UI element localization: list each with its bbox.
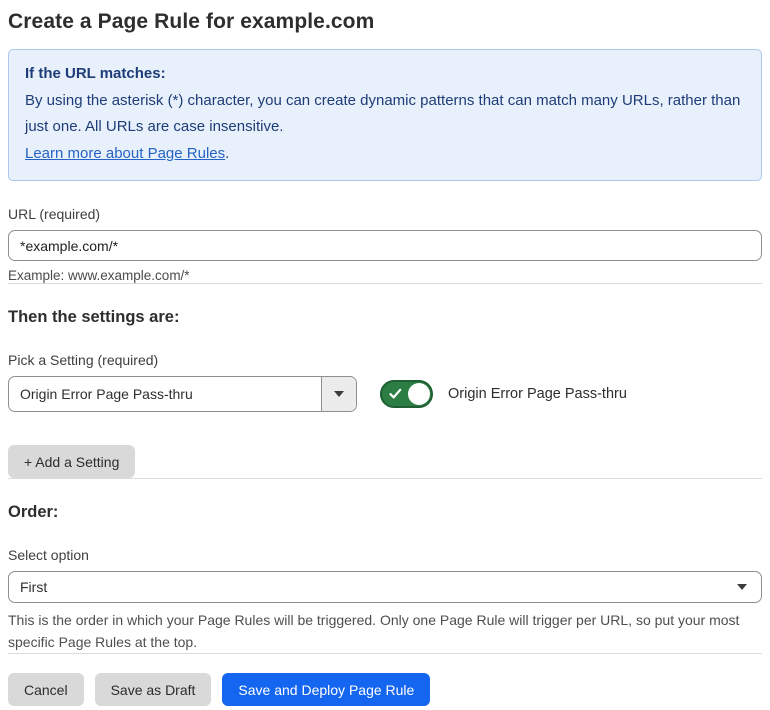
- footer-actions: Cancel Save as Draft Save and Deploy Pag…: [8, 673, 762, 706]
- url-field-label: URL (required): [8, 206, 101, 222]
- setting-dropdown-arrow-button[interactable]: [321, 377, 356, 411]
- pick-setting-label: Pick a Setting (required): [8, 352, 159, 368]
- cancel-button[interactable]: Cancel: [8, 673, 84, 706]
- order-select-value: First: [20, 579, 48, 595]
- info-box-heading: If the URL matches:: [25, 65, 166, 82]
- settings-section-heading: Then the settings are:: [8, 308, 180, 326]
- info-box-body: By using the asterisk (*) character, you…: [25, 92, 741, 135]
- save-as-draft-button[interactable]: Save as Draft: [94, 673, 212, 706]
- setting-toggle[interactable]: [380, 380, 433, 408]
- divider: [8, 283, 762, 284]
- url-input[interactable]: [8, 230, 762, 261]
- check-icon: [389, 388, 402, 399]
- setting-toggle-label: Origin Error Page Pass-thru: [448, 386, 627, 402]
- toggle-knob: [408, 383, 430, 405]
- setting-dropdown-value: Origin Error Page Pass-thru: [20, 386, 193, 402]
- link-suffix: .: [225, 145, 230, 162]
- divider: [8, 653, 762, 654]
- info-link-line: Learn more about Page Rules.: [25, 141, 745, 167]
- save-and-deploy-button[interactable]: Save and Deploy Page Rule: [222, 673, 431, 706]
- divider: [8, 478, 762, 479]
- create-page-rule-form: Create a Page Rule for example.com If th…: [0, 0, 770, 706]
- chevron-down-icon: [334, 391, 344, 397]
- setting-dropdown[interactable]: Origin Error Page Pass-thru: [8, 376, 357, 412]
- chevron-down-icon: [737, 584, 747, 590]
- order-select-label: Select option: [8, 547, 89, 563]
- learn-more-link[interactable]: Learn more about Page Rules: [25, 145, 225, 162]
- url-match-info-box: If the URL matches: By using the asteris…: [8, 49, 762, 181]
- add-setting-button[interactable]: + Add a Setting: [8, 445, 136, 478]
- setting-row: Origin Error Page Pass-thru Origin Error…: [8, 376, 762, 412]
- order-section-heading: Order:: [8, 503, 59, 521]
- url-example-helper: Example: www.example.com/*: [8, 268, 190, 283]
- order-help-text: This is the order in which your Page Rul…: [8, 612, 740, 650]
- order-select[interactable]: First: [8, 571, 762, 603]
- page-title: Create a Page Rule for example.com: [8, 10, 375, 33]
